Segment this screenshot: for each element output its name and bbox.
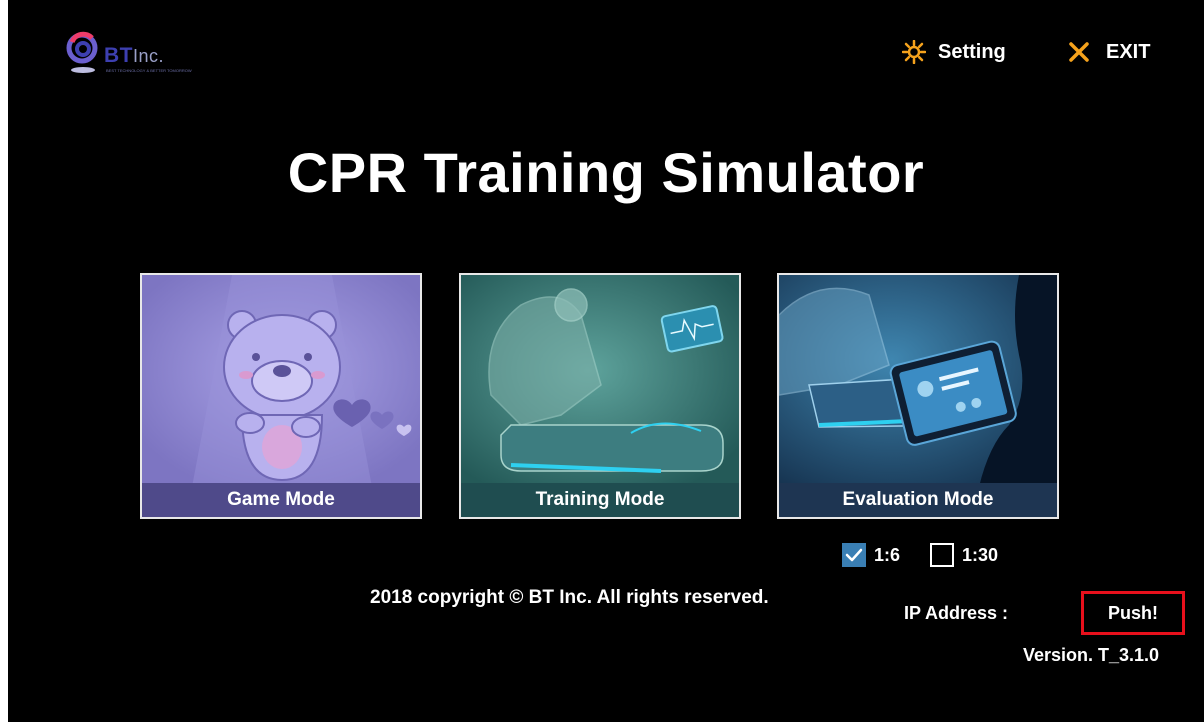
cpr-training-illustration xyxy=(461,275,739,487)
game-mode-card[interactable]: Game Mode xyxy=(140,273,422,519)
push-button[interactable]: Push! xyxy=(1081,591,1185,635)
close-x-icon xyxy=(1069,42,1089,62)
ratio-1-6-label: 1:6 xyxy=(874,544,901,565)
checkmark-icon xyxy=(845,548,863,562)
setting-button[interactable]: Setting xyxy=(902,38,1006,66)
gear-sun-icon xyxy=(902,40,926,64)
logo-tagline: BEST TECHNOLOGY & BETTER TOMORROW xyxy=(106,68,192,73)
page-title: CPR Training Simulator xyxy=(287,141,925,204)
training-mode-card[interactable]: Training Mode xyxy=(459,273,741,519)
evaluation-mode-label: Evaluation Mode xyxy=(779,483,1057,517)
checkbox-unchecked[interactable] xyxy=(930,543,954,567)
exit-label: EXIT xyxy=(1106,40,1151,63)
evaluation-mode-card[interactable]: Evaluation Mode xyxy=(777,273,1059,519)
bt-logo: BTInc. BEST TECHNOLOGY & BETTER TOMORROW xyxy=(66,30,216,78)
ratio-1-30-label: 1:30 xyxy=(962,544,999,565)
logo-text: BTInc. xyxy=(104,44,165,67)
copyright-text: 2018 copyright © BT Inc. All rights rese… xyxy=(370,587,769,608)
push-label: Push! xyxy=(1107,602,1158,623)
exit-button[interactable]: EXIT xyxy=(1068,38,1150,66)
game-mode-label: Game Mode xyxy=(142,483,420,517)
checkbox-checked[interactable] xyxy=(842,543,866,567)
app-screen: BTInc. BEST TECHNOLOGY & BETTER TOMORROW… xyxy=(8,0,1204,722)
bear-illustration xyxy=(142,275,420,487)
version-text: Version. T_3.1.0 xyxy=(1023,645,1160,665)
ip-address-label: IP Address : xyxy=(904,603,1009,623)
ratio-1-30-checkbox[interactable]: 1:30 xyxy=(930,541,998,569)
ratio-1-6-checkbox[interactable]: 1:6 xyxy=(842,541,900,569)
training-mode-label: Training Mode xyxy=(461,483,739,517)
bt-logo-icon xyxy=(66,31,98,73)
setting-label: Setting xyxy=(938,40,1006,63)
cpr-evaluation-illustration xyxy=(779,275,1057,487)
